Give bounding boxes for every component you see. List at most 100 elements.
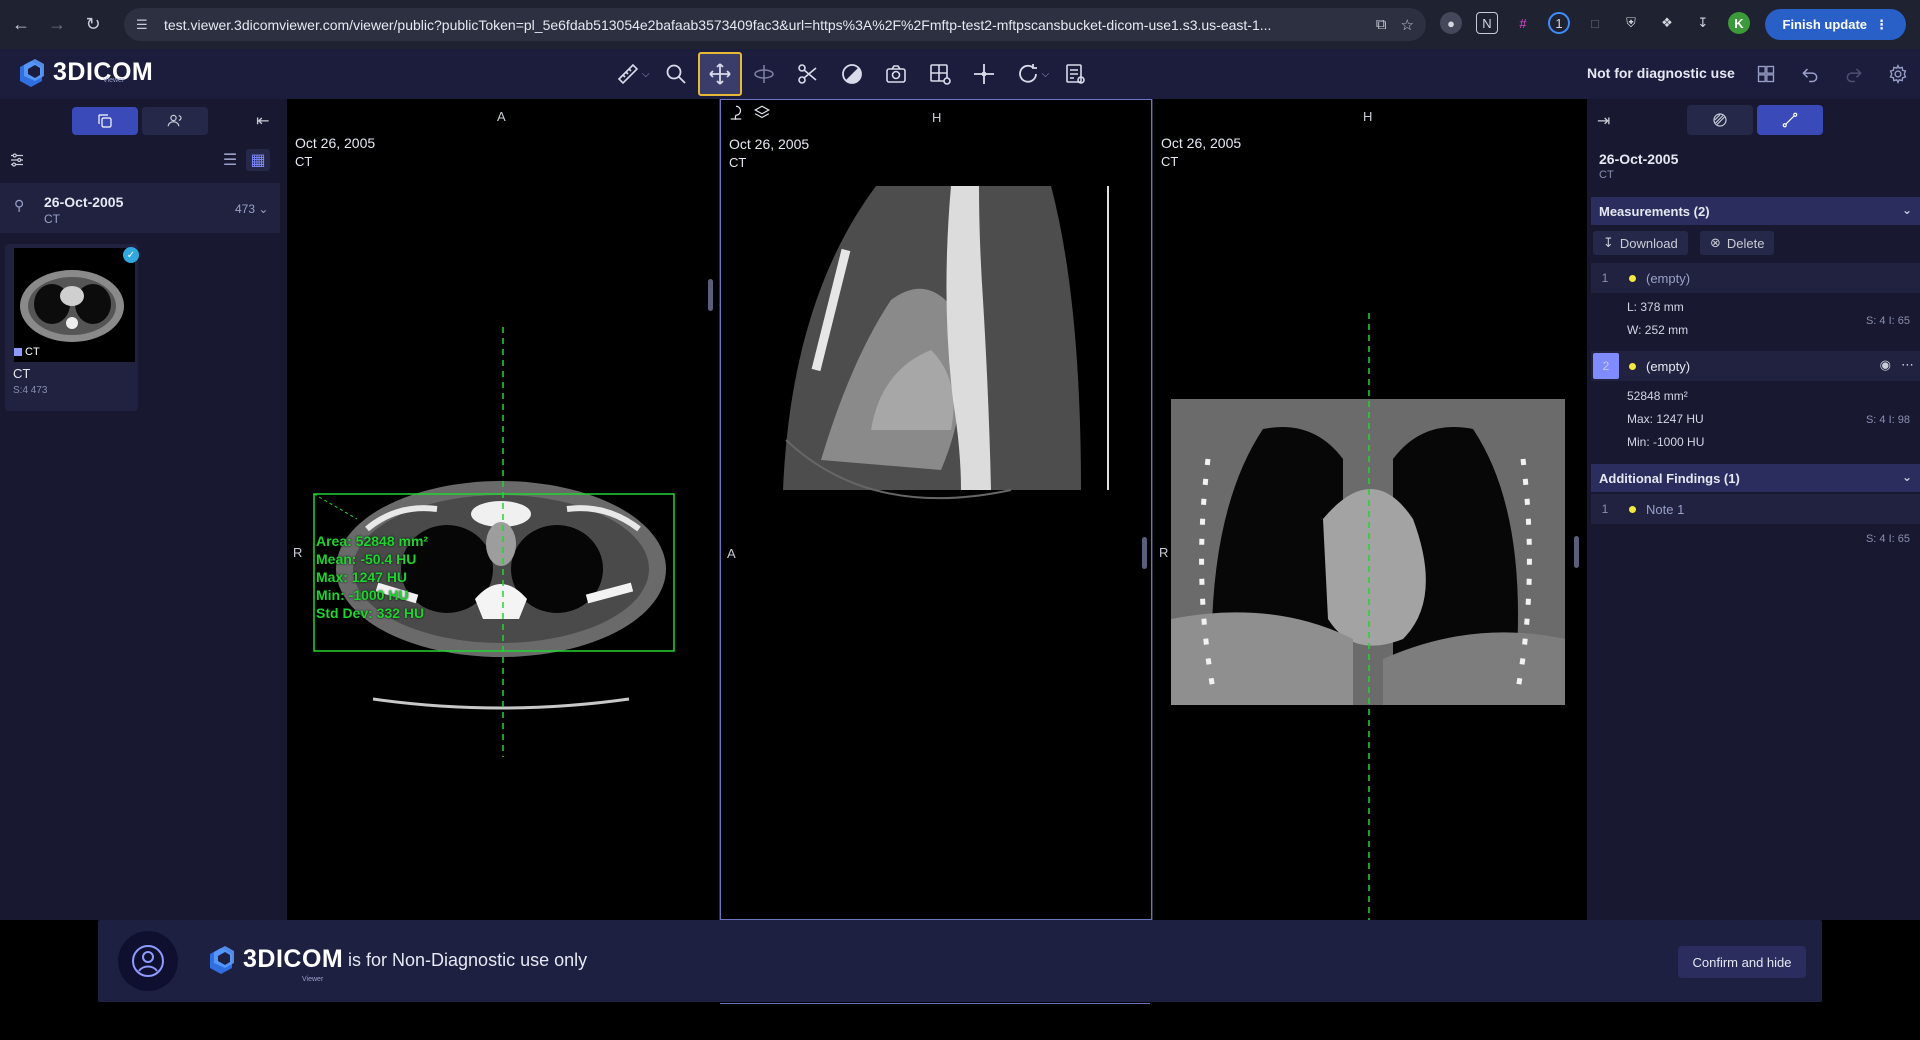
measurement-row-2[interactable]: 2 (empty) ◉ ⋯ [1591, 351, 1920, 381]
roi-mean: Mean: -50.4 HU [316, 551, 417, 567]
more-dots-icon[interactable]: ⋯ [1901, 357, 1914, 373]
rotate-3d-icon [753, 65, 774, 83]
settings-button[interactable] [1882, 58, 1914, 90]
eye-icon[interactable]: ◉ [1880, 357, 1891, 373]
camera-extension-icon[interactable]: ● [1440, 12, 1462, 34]
selected-check-icon: ✓ [123, 247, 139, 263]
layout-tool[interactable] [918, 52, 962, 96]
segmentation-tab[interactable] [1687, 105, 1753, 135]
sagittal-viewport[interactable]: H A Oct 26, 2005 CT [720, 99, 1152, 920]
axial-ct-image [313, 327, 675, 757]
notion-extension-icon[interactable]: N [1476, 12, 1498, 34]
measurement-name[interactable]: (empty) [1646, 359, 1690, 374]
filter-sliders-icon[interactable] [8, 151, 26, 174]
snapshot-tool[interactable] [874, 52, 918, 96]
annotation-tabs [1687, 105, 1823, 135]
url-text[interactable]: test.viewer.3dicomviewer.com/viewer/publ… [164, 17, 1362, 33]
password-extension-icon[interactable]: 1 [1548, 12, 1570, 34]
reload-icon[interactable]: ↻ [78, 10, 108, 40]
yellow-dot-icon [1629, 505, 1636, 513]
measurement-row-1[interactable]: 1 (empty) [1591, 263, 1920, 293]
site-settings-icon[interactable]: ☰ [136, 17, 152, 33]
view-toggle: ☰ ▦ [218, 149, 270, 171]
cut-tool[interactable] [786, 52, 830, 96]
contrast-tool[interactable] [830, 52, 874, 96]
chevron-down-icon[interactable]: ⌄ [1902, 470, 1912, 484]
collapse-panel-icon[interactable]: ⇤ [256, 111, 269, 131]
expand-panel-icon[interactable]: ⇥ [1597, 111, 1610, 131]
measurement-max: Max: 1247 HU [1627, 412, 1704, 426]
pan-tool[interactable] [697, 52, 742, 96]
study-modality: CT [44, 212, 60, 226]
kebab-menu-icon: ⋮ [1875, 16, 1888, 32]
hash-extension-icon[interactable]: # [1512, 12, 1534, 34]
crosshair-tool[interactable] [962, 52, 1006, 96]
right-toolbar [1750, 58, 1914, 90]
address-bar[interactable]: ☰ test.viewer.3dicomviewer.com/viewer/pu… [124, 8, 1426, 41]
panel-tabs [72, 107, 208, 135]
patient-tab[interactable] [142, 107, 208, 135]
redo-button[interactable] [1838, 58, 1870, 90]
download-button[interactable]: ↧ Download [1593, 231, 1688, 255]
roi-max: Max: 1247 HU [316, 569, 408, 585]
study-date: 26-Oct-2005 [44, 194, 124, 210]
download-icon: ↧ [1603, 235, 1614, 250]
coronal-viewport[interactable]: H R Oct 26, 2005 CT [1153, 99, 1585, 920]
delete-x-icon: ⊗ [1710, 235, 1721, 250]
camera-icon [885, 65, 906, 83]
grid-view-icon[interactable]: ▦ [246, 149, 270, 171]
measurements-header[interactable]: Measurements (2) ⌄ [1591, 197, 1920, 225]
crosshair-icon [973, 64, 994, 84]
series-thumbnail-card[interactable]: ✓ CT CT S:4 473 [5, 244, 139, 411]
reset-dropdown-icon[interactable]: ⌵ [1042, 69, 1050, 80]
series-tab[interactable] [72, 107, 138, 135]
roi-std: Std Dev: 332 HU [316, 605, 425, 621]
app-toolbar: 3DICOM Viewer ⌵ ⌵ Not for diagnostic use [0, 49, 1920, 99]
finding-row-1[interactable]: 1 Note 1 [1591, 494, 1920, 524]
delete-button[interactable]: ⊗ Delete [1700, 231, 1775, 255]
confirm-and-hide-button[interactable]: Confirm and hide [1678, 946, 1806, 978]
ruler-icon [617, 63, 639, 85]
zoom-tool[interactable] [654, 52, 698, 96]
row-actions: ◉ ⋯ [1880, 357, 1914, 373]
study-item[interactable]: ⚲ 26-Oct-2005 CT 473 ⌄ [0, 183, 280, 233]
report-tool[interactable] [1053, 52, 1097, 96]
rotate-3d-tool[interactable] [742, 52, 786, 96]
finding-name[interactable]: Note 1 [1646, 502, 1684, 517]
ruler-dropdown-icon[interactable]: ⌵ [642, 69, 650, 80]
measurement-details-2: 52848 mm² Max: 1247 HU Min: -1000 HU [1627, 385, 1704, 454]
axial-viewport[interactable]: A R Oct 26, 2005 CT Area: 52848 mm² Mean… [287, 99, 719, 920]
series-thumbnail[interactable] [14, 248, 135, 362]
finding-index: 1 [1601, 502, 1609, 516]
puzzle-extensions-icon[interactable]: ❖ [1656, 12, 1678, 34]
pin-icon[interactable]: ⚲ [14, 197, 24, 214]
scissors-icon [797, 64, 817, 84]
back-icon[interactable]: ← [6, 10, 36, 40]
profile-avatar[interactable]: K [1728, 12, 1750, 34]
measurement-name[interactable]: (empty) [1646, 271, 1690, 286]
coronal-ct-image [1171, 313, 1565, 920]
gear-icon [1889, 64, 1907, 84]
measurement-series: S: 4 I: 65 [1865, 315, 1910, 327]
rotate-icon [1018, 64, 1037, 83]
forward-icon[interactable]: → [42, 10, 72, 40]
finish-update-button[interactable]: Finish update ⋮ [1764, 9, 1906, 40]
measurement-index: 2 [1593, 353, 1619, 379]
users-icon [167, 114, 182, 127]
install-app-icon[interactable]: ⧉ [1376, 16, 1387, 33]
screenshot-extension-icon[interactable]: □ [1584, 12, 1606, 34]
logo-cube-icon [20, 59, 44, 87]
findings-header[interactable]: Additional Findings (1) ⌄ [1591, 464, 1920, 492]
download-icon[interactable]: ↧ [1692, 12, 1714, 34]
layout-grid-button[interactable] [1750, 58, 1782, 90]
series-meta: S:4 473 [13, 385, 48, 396]
list-view-icon[interactable]: ☰ [218, 149, 242, 171]
bookmark-star-icon[interactable]: ☆ [1401, 16, 1414, 34]
chevron-down-icon[interactable]: ⌄ [1902, 203, 1912, 217]
undo-button[interactable] [1794, 58, 1826, 90]
panel-study-date: 26-Oct-2005 [1599, 151, 1679, 167]
measurement-tab[interactable] [1757, 105, 1823, 135]
annotations-panel: ⇥ 26-Oct-2005 CT Measurements (2) ⌄ ↧ Do… [1587, 99, 1920, 920]
report-icon [1066, 64, 1085, 84]
shield-extension-icon[interactable]: ⛨ [1620, 12, 1642, 34]
